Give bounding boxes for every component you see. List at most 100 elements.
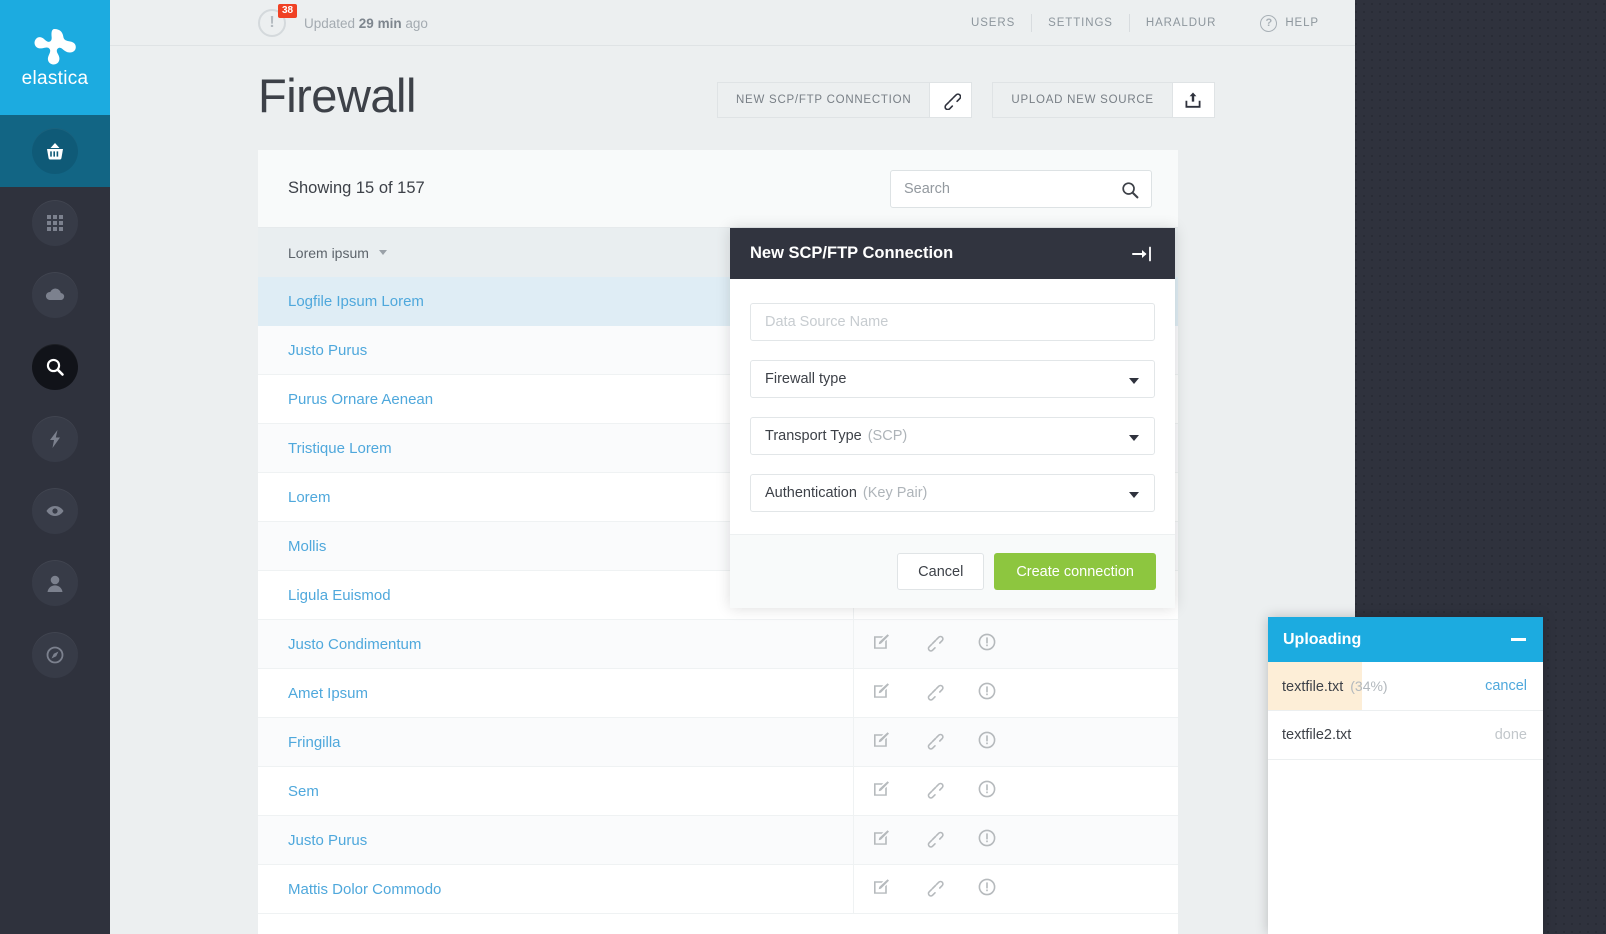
row-name[interactable]: Ligula Euismod (258, 587, 391, 604)
topbar: ! 38 Updated 29 min ago USERS SETTINGS H… (110, 0, 1355, 46)
select-label: Firewall type (765, 371, 846, 387)
edit-pencil-icon[interactable] (871, 730, 891, 755)
search-icon (43, 355, 67, 379)
modal-header: New SCP/FTP Connection (730, 228, 1175, 279)
row-name[interactable]: Purus Ornare Aenean (258, 391, 433, 408)
uploading-panel: Uploading textfile.txt(34%)canceltextfil… (1268, 617, 1543, 934)
create-connection-button[interactable]: Create connection (994, 553, 1156, 590)
app-shell: elastica (0, 0, 1355, 934)
link-chain-icon[interactable] (924, 779, 944, 804)
sidebar-item-apps[interactable] (0, 187, 110, 259)
upload-new-source-button[interactable]: UPLOAD NEW SOURCE (992, 82, 1214, 118)
edit-pencil-icon[interactable] (871, 681, 891, 706)
transport-type-select[interactable]: Transport Type (SCP) (750, 417, 1155, 455)
sidebar-item-monitor[interactable] (0, 475, 110, 547)
table-row[interactable]: Justo Condimentum (258, 620, 1178, 669)
edit-pencil-icon[interactable] (871, 779, 891, 804)
cancel-button[interactable]: Cancel (897, 553, 984, 590)
table-row[interactable]: Mattis Dolor Commodo (258, 865, 1178, 914)
table-row[interactable]: Amet Ipsum (258, 669, 1178, 718)
select-label: Transport Type (765, 428, 862, 444)
row-actions (853, 620, 1013, 669)
minimize-icon[interactable] (1511, 638, 1526, 641)
data-source-name-field[interactable]: Data Source Name (750, 303, 1155, 341)
row-name[interactable]: Justo Condimentum (258, 636, 421, 653)
alert-circle-icon[interactable] (977, 632, 997, 657)
uploading-file-list: textfile.txt(34%) cancel textfile2.txtdone (1268, 662, 1543, 760)
new-scp-ftp-connection-button[interactable]: NEW SCP/FTP CONNECTION (717, 82, 972, 118)
row-name[interactable]: Lorem (258, 489, 331, 506)
modal-body: Data Source Name Firewall type Transport… (730, 279, 1175, 534)
row-name[interactable]: Fringilla (258, 734, 341, 751)
search-input[interactable] (891, 171, 1151, 207)
table-row[interactable]: Sem (258, 767, 1178, 816)
table-row[interactable]: Justo Purus (258, 816, 1178, 865)
sidebar-item-users[interactable] (0, 547, 110, 619)
link-chain-icon[interactable] (924, 681, 944, 706)
help-label[interactable]: HELP (1285, 17, 1319, 29)
column-header-name[interactable]: Lorem ipsum (258, 245, 387, 261)
top-navigation: USERS SETTINGS HARALDUR ? HELP (955, 0, 1319, 46)
modal-footer: Cancel Create connection (730, 534, 1175, 608)
brand-logo[interactable]: elastica (0, 0, 110, 115)
row-name[interactable]: Amet Ipsum (258, 685, 368, 702)
select-value: (SCP) (868, 428, 907, 444)
authentication-select[interactable]: Authentication (Key Pair) (750, 474, 1155, 512)
link-chain-icon[interactable] (924, 730, 944, 755)
caret-down-icon[interactable] (1129, 435, 1139, 441)
table-row[interactable]: Fringilla (258, 718, 1178, 767)
firewall-type-select[interactable]: Firewall type (750, 360, 1155, 398)
edit-pencil-icon[interactable] (871, 877, 891, 902)
topnav-item-account[interactable]: HARALDUR (1130, 17, 1232, 29)
edit-pencil-icon[interactable] (871, 632, 891, 657)
sidebar-item-cloud[interactable] (0, 259, 110, 331)
link-chain-icon[interactable] (924, 632, 944, 657)
search-box[interactable] (890, 170, 1152, 208)
link-chain-icon[interactable] (924, 828, 944, 853)
search-icon[interactable] (1120, 180, 1140, 200)
chevron-down-icon[interactable] (379, 250, 387, 255)
help-link[interactable]: ? HELP (1232, 15, 1319, 32)
sidebar-item-activity[interactable] (0, 403, 110, 475)
compass-icon (43, 643, 67, 667)
alert-circle-icon[interactable] (977, 730, 997, 755)
alert-circle-icon[interactable] (977, 779, 997, 804)
link-chain-icon[interactable] (924, 877, 944, 902)
sidebar-item-basket[interactable] (0, 115, 110, 187)
upload-file-row: textfile2.txtdone (1268, 711, 1543, 760)
uploading-title: Uploading (1283, 631, 1361, 649)
question-circle-icon: ? (1260, 15, 1277, 32)
lightning-bolt-icon (44, 428, 66, 450)
sidebar-item-search[interactable] (0, 331, 110, 403)
row-name[interactable]: Sem (258, 783, 319, 800)
edit-pencil-icon[interactable] (871, 828, 891, 853)
topnav-item-users[interactable]: USERS (955, 17, 1031, 29)
alert-circle-icon[interactable] (977, 828, 997, 853)
alert-circle-icon[interactable] (977, 877, 997, 902)
upload-file-row: textfile.txt(34%) cancel (1268, 662, 1543, 711)
row-name[interactable]: Logfile Ipsum Lorem (258, 293, 424, 310)
row-name[interactable]: Tristique Lorem (258, 440, 392, 457)
brand-name: elastica (22, 69, 89, 88)
modal-title: New SCP/FTP Connection (750, 244, 953, 263)
row-name[interactable]: Justo Purus (258, 832, 367, 849)
arrow-right-to-bar-icon[interactable] (1131, 246, 1153, 262)
upload-tray-icon (1183, 90, 1203, 110)
sidebar: elastica (0, 0, 110, 934)
row-name[interactable]: Mattis Dolor Commodo (258, 881, 441, 898)
row-name[interactable]: Mollis (258, 538, 326, 555)
eye-icon (43, 499, 67, 523)
alert-status-group[interactable]: ! 38 Updated 29 min ago (258, 9, 428, 37)
button-label: UPLOAD NEW SOURCE (993, 83, 1171, 117)
caret-down-icon[interactable] (1129, 378, 1139, 384)
upload-file-name: textfile2.txt (1268, 727, 1351, 743)
field-placeholder: Data Source Name (765, 314, 888, 330)
sidebar-item-explore[interactable] (0, 619, 110, 691)
upload-file-info: textfile.txt(34%) (1268, 678, 1388, 695)
caret-down-icon[interactable] (1129, 492, 1139, 498)
alert-circle-icon[interactable] (977, 681, 997, 706)
exclamation-circle-icon[interactable]: ! 38 (258, 9, 286, 37)
row-name[interactable]: Justo Purus (258, 342, 367, 359)
upload-cancel-button[interactable]: cancel (1485, 678, 1527, 694)
topnav-item-settings[interactable]: SETTINGS (1032, 17, 1129, 29)
